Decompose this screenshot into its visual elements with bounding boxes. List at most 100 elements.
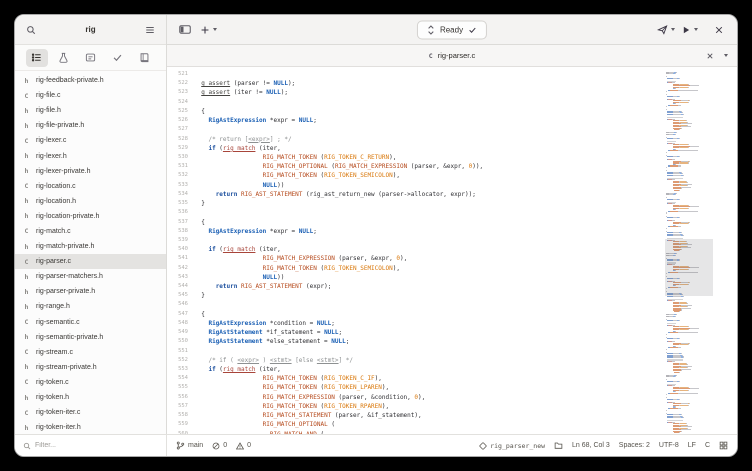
panel-tab-project-tree[interactable] [25,48,48,67]
code-line[interactable]: /* if ( <expr> ) <stmt> [else <stmt>] */ [194,356,665,365]
encoding-selector[interactable]: UTF-8 [659,442,679,449]
window-close-button[interactable] [710,21,728,39]
code-area[interactable]: g_assert (parser != NULL); g_assert (iter… [194,67,665,434]
cursor-position[interactable]: Ln 68, Col 3 [572,442,610,449]
run-button[interactable] [681,25,698,35]
code-line[interactable]: RIG_MATCH_OPTIONAL ( [194,420,665,429]
close-tab-button[interactable] [703,49,717,63]
code-line[interactable]: if (rig_match (iter, [194,365,665,374]
code-line[interactable] [194,125,665,134]
file-list-item[interactable]: h rig-match-private.h [15,239,166,254]
sidebar-headerbar: rig [15,15,166,45]
file-list-item[interactable]: h rig-parser-matchers.h [15,269,166,284]
file-list-item[interactable]: h rig-file.h [15,103,166,118]
panel-tab-todo[interactable] [80,49,102,67]
code-line[interactable]: RigAstExpression *expr = NULL; [194,227,665,236]
code-line[interactable]: RIG_MATCH_TOKEN (RIG_TOKEN_C_IF), [194,374,665,383]
code-line[interactable]: RIG_MATCH_TOKEN (RIG_TOKEN_LPAREN), [194,383,665,392]
code-line[interactable]: RigAstStatement *if_statement = NULL; [194,328,665,337]
new-page-button[interactable] [200,25,217,35]
code-line[interactable]: RIG_MATCH_TOKEN (RIG_TOKEN_SEMICOLON), [194,171,665,180]
minimap[interactable] [665,67,713,434]
code-line[interactable]: RIG_MATCH_OPTIONAL (RIG_MATCH_EXPRESSION… [194,162,665,171]
file-list-item[interactable]: h rig-token-iter.h [15,420,166,434]
code-line[interactable]: g_assert (iter != NULL); [194,88,665,97]
file-list-item[interactable]: h rig-parser-private.h [15,284,166,299]
file-list-item[interactable]: h rig-semantic-private.h [15,330,166,345]
file-list-item[interactable]: h rig-stream-private.h [15,360,166,375]
deploy-button[interactable] [657,24,675,35]
folder-icon[interactable] [554,441,563,450]
code-line[interactable]: } [194,199,665,208]
file-name: rig-token.c [36,378,69,386]
file-list-item[interactable]: h rig-file-private.h [15,118,166,133]
file-list-item[interactable]: Crig-file.c [15,88,166,103]
code-line[interactable] [194,300,665,309]
language-selector[interactable]: C [705,442,710,449]
branch-indicator[interactable]: main [176,441,203,450]
code-line[interactable] [194,208,665,217]
line-ending-selector[interactable]: LF [688,442,696,449]
code-line[interactable]: NULL)) [194,273,665,282]
file-list-item[interactable]: Crig-location.c [15,179,166,194]
panel-tab-documentation[interactable] [134,49,156,67]
code-line[interactable]: RIG_MATCH_EXPRESSION (parser, &expr, 0), [194,254,665,263]
line-number: 545 [178,292,188,299]
code-line[interactable]: /* return [<expr>] ; */ [194,135,665,144]
code-line[interactable]: } [194,291,665,300]
file-list-item[interactable]: Crig-match.c [15,224,166,239]
toggle-sidebar-button[interactable] [176,21,194,39]
panel-tab-tests[interactable] [53,49,75,67]
file-list-item[interactable]: h rig-lexer-private.h [15,164,166,179]
minimap-viewport[interactable] [665,239,713,296]
search-button[interactable] [22,21,40,39]
code-line[interactable]: g_assert (parser != NULL); [194,79,665,88]
tab-rig-parser[interactable]: C rig-parser.c [429,51,475,60]
file-list-item[interactable]: Crig-stream.c [15,345,166,360]
file-type-icon: h [24,363,29,372]
file-list-item[interactable]: Crig-parser.c [15,254,166,270]
code-line[interactable]: RIG_MATCH_TOKEN (RIG_TOKEN_C_RETURN), [194,153,665,162]
indentation-mode[interactable]: Spaces: 2 [619,442,650,449]
file-list-item[interactable]: Crig-token-iter.c [15,405,166,420]
file-list-item[interactable]: h rig-location.h [15,194,166,209]
code-line[interactable]: RIG_MATCH_EXPRESSION (parser, &condition… [194,393,665,402]
code-line[interactable]: return RIG_AST_STATEMENT (rig_ast_return… [194,190,665,199]
code-line[interactable]: RigAstStatement *else_statement = NULL; [194,337,665,346]
file-list-item[interactable]: h rig-feedback-private.h [15,73,166,88]
code-line[interactable]: { [194,310,665,319]
file-list-item[interactable]: Crig-lexer.c [15,133,166,148]
code-line[interactable]: if (rig_match (iter, [194,144,665,153]
file-type-icon: h [24,76,29,85]
code-line[interactable]: RigAstExpression *expr = NULL; [194,116,665,125]
file-list-item[interactable]: h rig-token.h [15,390,166,405]
panel-tab-checks[interactable] [107,49,129,67]
code-line[interactable]: { [194,107,665,116]
code-line[interactable]: { [194,218,665,227]
code-line[interactable]: if (rig_match (iter, [194,245,665,254]
warning-counter[interactable]: 0 [236,441,251,450]
code-line[interactable] [194,70,665,79]
menu-button[interactable] [141,21,159,39]
file-list-item[interactable]: h rig-lexer.h [15,148,166,163]
file-list-item[interactable]: Crig-token.c [15,375,166,390]
error-counter[interactable]: 0 [212,442,227,450]
code-line[interactable]: NULL)) [194,181,665,190]
code-line[interactable]: RIG_MATCH_TOKEN (RIG_TOKEN_RPAREN), [194,402,665,411]
code-line[interactable]: RigAstExpression *condition = NULL; [194,319,665,328]
current-symbol[interactable]: rig_parser_new [479,442,545,450]
code-line[interactable]: return RIG_AST_STATEMENT (expr); [194,282,665,291]
file-list-item[interactable]: h rig-range.h [15,299,166,314]
grid-icon[interactable] [719,441,728,450]
file-list-item[interactable]: Crig-semantic.c [15,315,166,330]
pages-menu-icon[interactable] [724,54,728,57]
omnibar[interactable]: Ready [416,20,488,39]
code-line[interactable]: RIG_MATCH_TOKEN (RIG_TOKEN_SEMICOLON), [194,264,665,273]
code-line[interactable] [194,347,665,356]
filter-input[interactable] [35,442,143,449]
code-line[interactable] [194,98,665,107]
code-line[interactable] [194,236,665,245]
line-number: 547 [178,310,188,317]
code-line[interactable]: RIG_MATCH_STATEMENT (parser, &if_stateme… [194,411,665,420]
file-list-item[interactable]: h rig-location-private.h [15,209,166,224]
